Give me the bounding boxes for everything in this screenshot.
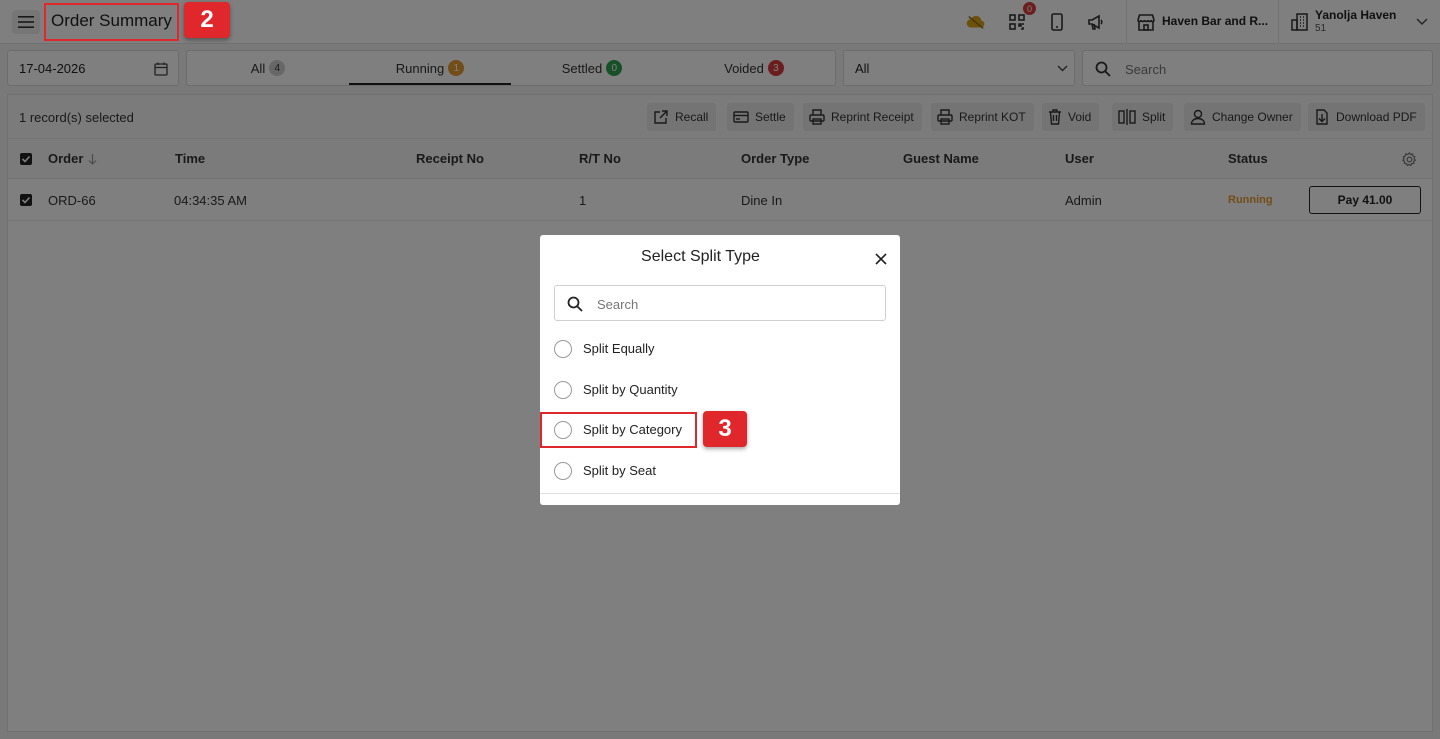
option-label: Split by Quantity [583,382,678,397]
step-marker-3: 3 [703,411,747,447]
search-icon [567,296,583,312]
dialog-search [554,285,886,321]
option-split-by-seat[interactable]: Split by Seat [540,453,900,489]
option-highlight-box [540,412,697,448]
radio-button[interactable] [554,462,572,480]
option-split-by-quantity[interactable]: Split by Quantity [540,372,900,408]
dialog-title: Select Split Type [641,248,760,265]
radio-button[interactable] [554,340,572,358]
split-search-input[interactable] [597,295,877,313]
divider [540,493,900,494]
option-split-equally[interactable]: Split Equally [540,331,900,367]
title-highlight-box [44,3,179,41]
option-label: Split by Seat [583,463,656,478]
close-icon [875,253,887,265]
split-type-dialog: Select Split Type Split Equally Split by… [540,235,900,505]
step-marker-2: 2 [184,2,230,38]
option-label: Split Equally [583,341,655,356]
close-button[interactable] [872,250,890,268]
radio-button[interactable] [554,381,572,399]
